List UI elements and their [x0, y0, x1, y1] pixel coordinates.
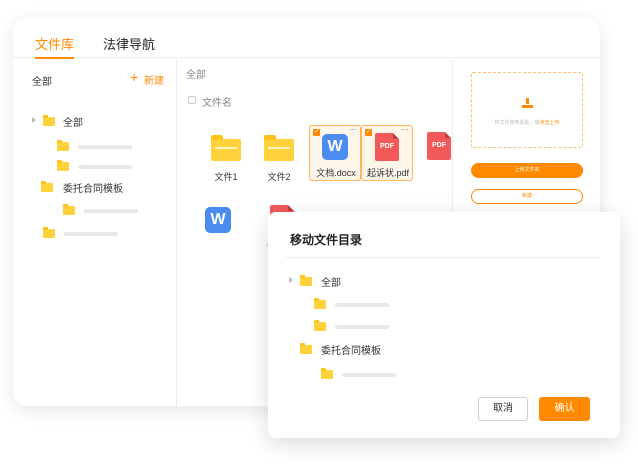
- caret-right-icon[interactable]: [289, 277, 293, 283]
- more-options-icon[interactable]: ···: [349, 126, 357, 134]
- placeholder-bar: [342, 373, 396, 377]
- more-options-icon[interactable]: ···: [401, 126, 409, 134]
- folder-icon: [63, 204, 75, 215]
- file-name: 起诉状.pdf: [366, 168, 409, 178]
- dialog-divider: [286, 257, 600, 258]
- file-tile-folder-1[interactable]: 文件1: [200, 129, 252, 185]
- cancel-button[interactable]: 取消: [478, 397, 528, 421]
- tab-file-library[interactable]: 文件库: [35, 34, 75, 59]
- folder-icon: [43, 227, 55, 238]
- upload-folder-button[interactable]: 上传文件夹: [471, 163, 583, 178]
- tree-item-label: 全部: [321, 278, 341, 289]
- dialog-tree-item-all[interactable]: 全部: [289, 273, 409, 289]
- word-doc-icon: W: [205, 207, 231, 233]
- confirm-button[interactable]: 确认: [539, 397, 590, 421]
- placeholder-bar: [335, 303, 389, 307]
- file-tile-pdf-partial[interactable]: PDF: [414, 125, 452, 181]
- file-tile-word-2[interactable]: W: [205, 199, 257, 255]
- new-folder-button[interactable]: + 新建: [130, 69, 170, 87]
- pdf-icon: PDF: [427, 132, 451, 160]
- placeholder-bar: [78, 165, 132, 169]
- folder-icon: [43, 115, 55, 126]
- pdf-icon: PDF: [375, 133, 399, 161]
- tree-item-contract-templates[interactable]: 委托合同模板: [41, 180, 161, 195]
- folder-icon: [314, 320, 326, 331]
- dialog-title: 移动文件目录: [290, 233, 363, 247]
- folder-icon: [300, 275, 312, 286]
- move-file-dialog: 移动文件目录 全部 委托合同模板 取消 确认: [268, 212, 620, 438]
- dialog-tree-item-placeholder[interactable]: [321, 368, 401, 380]
- tree-item-all[interactable]: 全部: [31, 114, 151, 129]
- placeholder-bar: [84, 209, 138, 213]
- folder-icon: [264, 135, 294, 161]
- placeholder-bar: [64, 232, 118, 236]
- file-name: 文件1: [214, 172, 238, 182]
- placeholder-bar: [78, 145, 132, 149]
- breadcrumb[interactable]: 全部: [186, 66, 206, 81]
- file-tile-docx[interactable]: ✓ ··· W 文档.docx: [309, 125, 361, 181]
- column-header-filename[interactable]: 文件名: [202, 94, 232, 109]
- folder-icon: [314, 298, 326, 309]
- placeholder-bar: [335, 325, 389, 329]
- folder-tree-sidebar: 全部 + 新建 全部 委托合同模板: [13, 59, 177, 406]
- drop-zone-text: 将文件拖到此处，或点击上传: [472, 119, 582, 126]
- tree-item-placeholder[interactable]: [57, 160, 137, 172]
- tree-item-label: 全部: [63, 118, 83, 129]
- folder-icon: [321, 368, 333, 379]
- tab-legal-navigation[interactable]: 法律导航: [103, 34, 155, 58]
- folder-icon: [211, 135, 241, 161]
- drop-hint: 将文件拖到此处，或: [494, 120, 540, 126]
- tree-item-placeholder[interactable]: [57, 140, 137, 152]
- new-folder-label: 新建: [144, 76, 164, 87]
- file-name: 文档.docx: [316, 168, 356, 178]
- select-all-checkbox[interactable]: [188, 96, 196, 104]
- checked-checkbox-icon[interactable]: ✓: [313, 129, 320, 136]
- upload-icon: [522, 98, 533, 109]
- word-doc-icon: W: [322, 134, 348, 160]
- folder-icon: [57, 160, 69, 171]
- tree-item-placeholder[interactable]: [43, 227, 123, 239]
- checked-checkbox-icon[interactable]: ✓: [365, 129, 372, 136]
- dialog-tree-item-contract-templates[interactable]: 委托合同模板: [300, 342, 420, 357]
- new-button[interactable]: 新建: [471, 189, 583, 204]
- tree-item-label: 委托合同模板: [63, 184, 123, 195]
- folder-icon: [41, 181, 53, 192]
- file-tile-pdf[interactable]: ✓ ··· PDF 起诉状.pdf: [361, 125, 413, 181]
- upload-drop-zone[interactable]: 将文件拖到此处，或点击上传: [471, 72, 583, 148]
- plus-icon: +: [130, 69, 139, 85]
- dialog-tree-item-placeholder[interactable]: [314, 298, 394, 310]
- dialog-tree-item-placeholder[interactable]: [314, 320, 394, 332]
- caret-right-icon[interactable]: [32, 117, 36, 123]
- tree-item-placeholder[interactable]: [63, 204, 143, 216]
- tree-item-label: 委托合同模板: [321, 346, 381, 357]
- tab-bar: 文件库 法律导航: [13, 18, 600, 59]
- click-upload-link[interactable]: 点击上传: [540, 120, 560, 126]
- file-tile-folder-2[interactable]: 文件2: [253, 129, 305, 185]
- folder-icon: [300, 343, 312, 354]
- sidebar-header: 全部: [32, 77, 52, 88]
- file-name: 文件2: [267, 172, 291, 182]
- folder-icon: [57, 140, 69, 151]
